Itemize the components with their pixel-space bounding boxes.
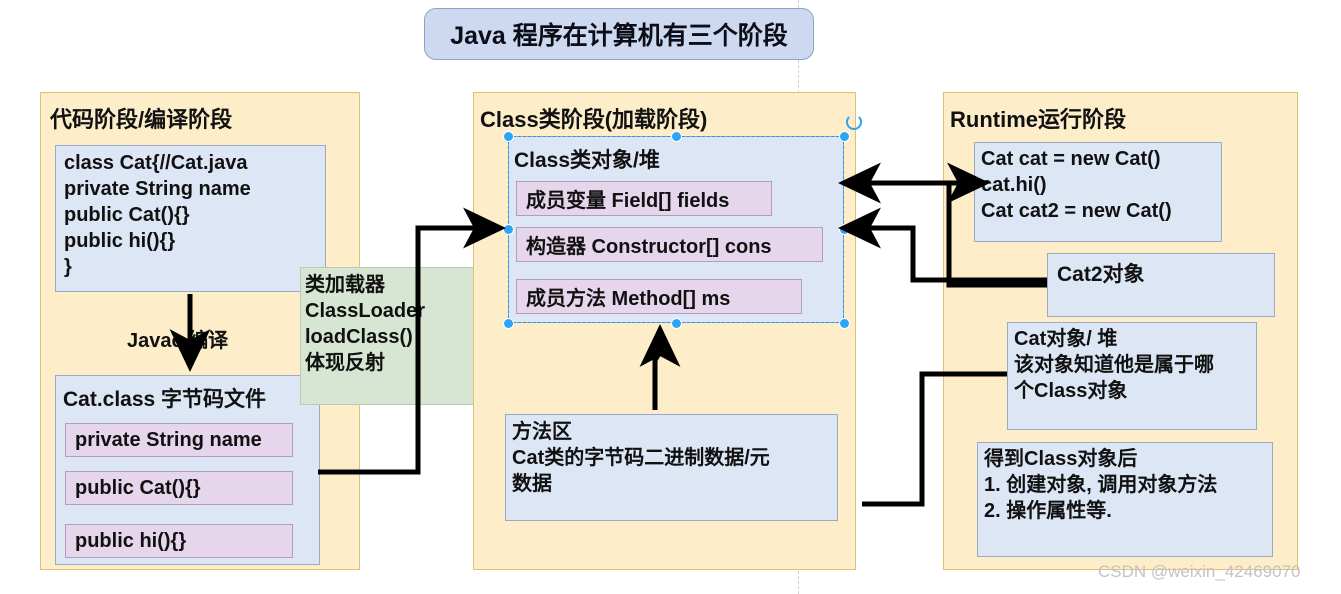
class-object-member: 构造器 Constructor[] cons	[516, 227, 823, 262]
source-code-box: class Cat{//Cat.java private String name…	[55, 145, 326, 292]
diagram-canvas: Java 程序在计算机有三个阶段 代码阶段/编译阶段 class Cat{//C…	[0, 0, 1341, 594]
selection-handle-e[interactable]	[840, 225, 849, 234]
class-file-box-title: Cat.class 字节码文件	[63, 388, 267, 411]
class-object-member: 成员变量 Field[] fields	[516, 181, 772, 216]
class-file-member: public hi(){}	[65, 524, 293, 558]
javac-compile-label: Javac 编译	[127, 330, 229, 352]
panel-class-stage-title: Class类阶段(加载阶段)	[480, 107, 708, 132]
selection-handle-s[interactable]	[672, 319, 681, 328]
after-class-object-box: 得到Class对象后 1. 创建对象, 调用对象方法 2. 操作属性等.	[977, 442, 1273, 557]
cat2-object-box: Cat2对象	[1047, 253, 1275, 317]
selection-rotate-handle[interactable]	[846, 114, 862, 130]
selection-handle-w[interactable]	[504, 225, 513, 234]
selection-handle-ne[interactable]	[840, 132, 849, 141]
panel-runtime-stage-title: Runtime运行阶段	[950, 107, 1127, 132]
class-object-box-title: Class类对象/堆	[514, 149, 660, 172]
diagram-title-pill: Java 程序在计算机有三个阶段	[424, 8, 814, 60]
selection-handle-se[interactable]	[840, 319, 849, 328]
watermark-text: CSDN @weixin_42469070	[1098, 562, 1301, 581]
runtime-code-box: Cat cat = new Cat() cat.hi() Cat cat2 = …	[974, 142, 1222, 242]
selection-handle-nw[interactable]	[504, 132, 513, 141]
selection-handle-n[interactable]	[672, 132, 681, 141]
method-area-box: 方法区 Cat类的字节码二进制数据/元 数据	[505, 414, 838, 521]
class-object-member: 成员方法 Method[] ms	[516, 279, 802, 314]
panel-code-stage-title: 代码阶段/编译阶段	[50, 107, 233, 132]
selection-handle-sw[interactable]	[504, 319, 513, 328]
class-file-member: public Cat(){}	[65, 471, 293, 505]
class-file-member: private String name	[65, 423, 293, 457]
cat-object-heap-box: Cat对象/ 堆 该对象知道他是属于哪 个Class对象	[1007, 322, 1257, 430]
diagram-title-text: Java 程序在计算机有三个阶段	[450, 22, 788, 50]
